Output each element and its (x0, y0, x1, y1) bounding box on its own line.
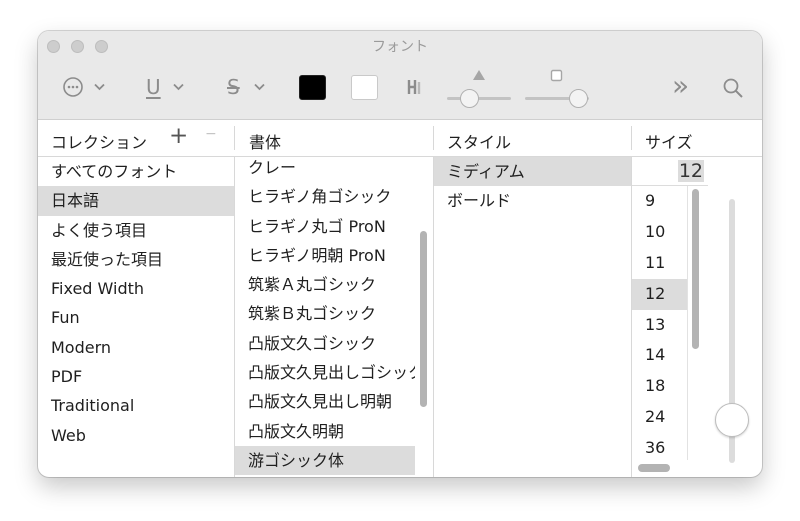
size-item[interactable]: 13 (632, 310, 687, 341)
font-family-item[interactable]: ヒラギノ丸ゴ ProN (235, 212, 415, 241)
font-family-item[interactable]: ヒラギノ明朝 ProN (235, 241, 415, 270)
font-family-item[interactable]: 筑紫Ｂ丸ゴシック (235, 299, 415, 328)
slider-knob[interactable] (715, 403, 749, 437)
font-family-item[interactable]: 凸版文久見出しゴシック (235, 358, 415, 387)
size-item[interactable]: 11 (632, 248, 687, 279)
font-family-item[interactable]: ヒラギノ角ゴシック (235, 182, 415, 211)
collection-item[interactable]: Modern (38, 333, 234, 362)
square-icon (550, 69, 563, 82)
collection-header: コレクション (51, 133, 148, 152)
chevron-down-icon (254, 83, 265, 91)
font-family-list[interactable]: クレー ヒラギノ角ゴシック ヒラギノ丸ゴ ProN ヒラギノ明朝 ProN 筑紫Ａ丸ゴシ… (235, 153, 415, 477)
size-field[interactable]: 12 (632, 158, 708, 186)
collection-item[interactable]: 最近使った項目 (38, 245, 234, 274)
shadow-icon (407, 80, 421, 94)
font-family-item[interactable]: クレー (235, 153, 415, 182)
size-header: サイズ (645, 133, 693, 152)
underline-menu-button[interactable]: U (146, 75, 191, 101)
column-divider[interactable] (234, 126, 235, 150)
ellipsis-circle-icon (63, 77, 83, 97)
font-family-item[interactable]: 凸版文久ゴシック (235, 329, 415, 358)
collection-item[interactable]: 日本語 (38, 186, 234, 216)
more-toolbar-items-button[interactable]: » (672, 71, 689, 101)
collection-item[interactable]: Fixed Width (38, 274, 234, 303)
chevron-down-icon (173, 83, 184, 91)
slider-knob[interactable] (569, 89, 588, 108)
font-family-item[interactable]: 凸版文久見出し明朝 (235, 387, 415, 416)
size-list[interactable]: 9 10 11 12 13 14 18 24 36 (632, 186, 688, 460)
slider-knob[interactable] (460, 89, 479, 108)
family-list-scrollbar[interactable] (420, 231, 427, 407)
slider-track (447, 97, 511, 100)
remove-collection-button[interactable]: − (205, 126, 217, 142)
size-list-scrollbar[interactable] (692, 189, 699, 349)
collection-item[interactable]: すべてのフォント (38, 157, 234, 186)
text-color-swatch[interactable] (299, 75, 326, 100)
document-color-swatch[interactable] (351, 75, 378, 100)
font-family-item[interactable]: 游ゴシック体 (235, 445, 415, 476)
font-family-item[interactable]: 筑紫Ａ丸ゴシック (235, 270, 415, 299)
text-shadow-button[interactable] (406, 78, 426, 98)
window-title: フォント (372, 39, 428, 55)
chevron-down-icon (94, 83, 105, 91)
size-item[interactable]: 10 (632, 217, 687, 248)
add-collection-button[interactable]: + (169, 123, 188, 149)
underline-icon: U (146, 75, 161, 99)
search-icon (723, 78, 743, 98)
font-panel-window: フォント U S » コレクション + − 書体 スタイル サイズ すべてのフォ… (38, 31, 762, 477)
collection-item[interactable]: Fun (38, 303, 234, 332)
strikethrough-menu-button[interactable]: S (227, 75, 272, 101)
column-divider[interactable] (631, 126, 632, 150)
double-chevron-right-icon: » (672, 69, 690, 102)
size-item[interactable]: 9 (632, 186, 687, 217)
size-item[interactable]: 18 (632, 371, 687, 402)
size-field-value: 12 (677, 160, 704, 182)
column-headers: コレクション + − 書体 スタイル サイズ (38, 120, 762, 157)
typeface-style-list[interactable]: ミディアム ボールド (434, 157, 631, 477)
style-header: スタイル (447, 133, 512, 152)
size-list-horizontal-scrollbar[interactable] (638, 464, 670, 472)
action-menu-button[interactable] (62, 76, 110, 100)
font-family-item[interactable]: 凸版文久明朝 (235, 417, 415, 446)
column-divider[interactable] (433, 126, 434, 150)
collection-item[interactable]: Traditional (38, 391, 234, 420)
size-item[interactable]: 14 (632, 340, 687, 371)
typeface-style-item[interactable]: ミディアム (434, 157, 631, 187)
titlebar-toolbar: フォント U S » (38, 31, 762, 120)
collection-item[interactable]: よく使う項目 (38, 216, 234, 245)
typeface-style-item[interactable]: ボールド (434, 186, 631, 215)
size-item[interactable]: 12 (632, 278, 687, 310)
size-item[interactable]: 24 (632, 402, 687, 433)
collection-item[interactable]: PDF (38, 362, 234, 391)
search-button[interactable] (722, 77, 744, 99)
triangle-up-icon (473, 70, 485, 80)
strikethrough-icon: S (227, 75, 240, 99)
family-header: 書体 (249, 133, 282, 152)
collection-item[interactable]: Web (38, 421, 234, 450)
collections-list[interactable]: すべてのフォント 日本語 よく使う項目 最近使った項目 Fixed Width Fun Mo… (38, 157, 234, 477)
size-item[interactable]: 36 (632, 433, 687, 464)
